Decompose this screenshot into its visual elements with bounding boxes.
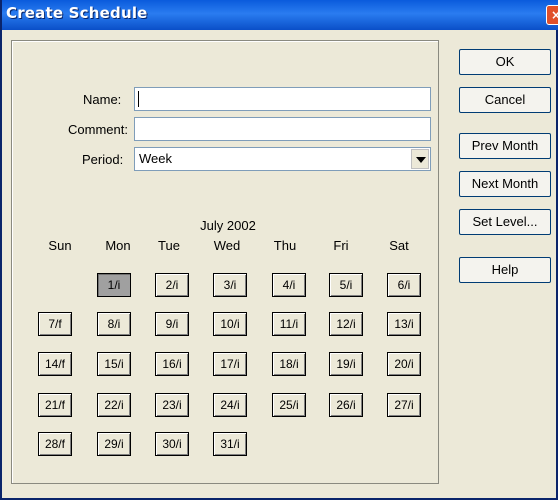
calendar-day-button[interactable]: 8/i [97,312,131,336]
text-caret [138,91,139,107]
calendar-day-button[interactable]: 11/i [272,312,306,336]
help-button[interactable]: Help [459,257,551,283]
comment-label: Comment: [68,122,128,137]
cancel-button[interactable]: Cancel [459,87,551,113]
help-label: Help [491,262,519,277]
calendar-day-button[interactable]: 2/i [155,273,189,297]
calendar-day-button[interactable]: 1/i [97,273,131,297]
calendar-day-button[interactable]: 5/i [329,273,363,297]
comment-input[interactable] [134,117,431,141]
weekday-label: Sat [389,238,409,253]
calendar-day-button[interactable]: 16/i [155,352,189,376]
month-label: July 2002 [200,218,256,233]
calendar-day-button[interactable]: 22/i [97,393,131,417]
create-schedule-dialog: Create Schedule × Name: Comment: Period:… [0,0,558,500]
calendar-day-button[interactable]: 10/i [213,312,247,336]
calendar-day-button[interactable]: 27/i [387,393,421,417]
window-title: Create Schedule [6,4,148,22]
calendar-day-button[interactable]: 24/i [213,393,247,417]
period-label: Period: [82,152,124,167]
weekday-label: Fri [333,238,349,253]
calendar-day-button[interactable]: 3/i [213,273,247,297]
calendar-day-button[interactable]: 30/i [155,432,189,456]
calendar-day-button[interactable]: 29/i [97,432,131,456]
ok-button[interactable]: OK [459,49,551,75]
set-level-label: Set Level... [472,214,538,229]
weekday-label: Tue [158,238,180,253]
calendar-day-button[interactable]: 28/f [38,432,72,456]
calendar-day-button[interactable]: 14/f [38,352,72,376]
calendar-day-button[interactable]: 15/i [97,352,131,376]
name-label: Name: [83,92,122,107]
chevron-down-icon[interactable] [411,149,429,169]
weekday-label: Wed [213,238,241,253]
calendar-day-button[interactable]: 19/i [329,352,363,376]
calendar-day-button[interactable]: 31/i [213,432,247,456]
calendar-day-button[interactable]: 25/i [272,393,306,417]
prev-month-button[interactable]: Prev Month [459,133,551,159]
title-bar[interactable]: Create Schedule × [2,0,558,30]
calendar-day-button[interactable]: 7/f [38,312,72,336]
next-month-label: Next Month [471,176,539,191]
period-select-value: Week [139,151,172,166]
calendar-day-button[interactable]: 26/i [329,393,363,417]
set-level-button[interactable]: Set Level... [459,209,551,235]
weekday-label: Mon [105,238,131,253]
weekday-label: Thu [273,238,297,253]
name-input[interactable] [134,87,431,111]
calendar-day-button[interactable]: 9/i [155,312,189,336]
prev-month-label: Prev Month [471,138,539,153]
calendar-day-button[interactable]: 6/i [387,273,421,297]
calendar-day-button[interactable]: 13/i [387,312,421,336]
weekday-label: Sun [48,238,72,253]
calendar-day-button[interactable]: 21/f [38,393,72,417]
calendar-day-button[interactable]: 12/i [329,312,363,336]
calendar-day-button[interactable]: 4/i [272,273,306,297]
calendar-day-button[interactable]: 20/i [387,352,421,376]
next-month-button[interactable]: Next Month [459,171,551,197]
calendar-day-button[interactable]: 18/i [272,352,306,376]
calendar-day-button[interactable]: 23/i [155,393,189,417]
close-icon[interactable]: × [546,5,558,25]
calendar-day-button[interactable]: 17/i [213,352,247,376]
period-select[interactable]: Week [134,147,431,171]
